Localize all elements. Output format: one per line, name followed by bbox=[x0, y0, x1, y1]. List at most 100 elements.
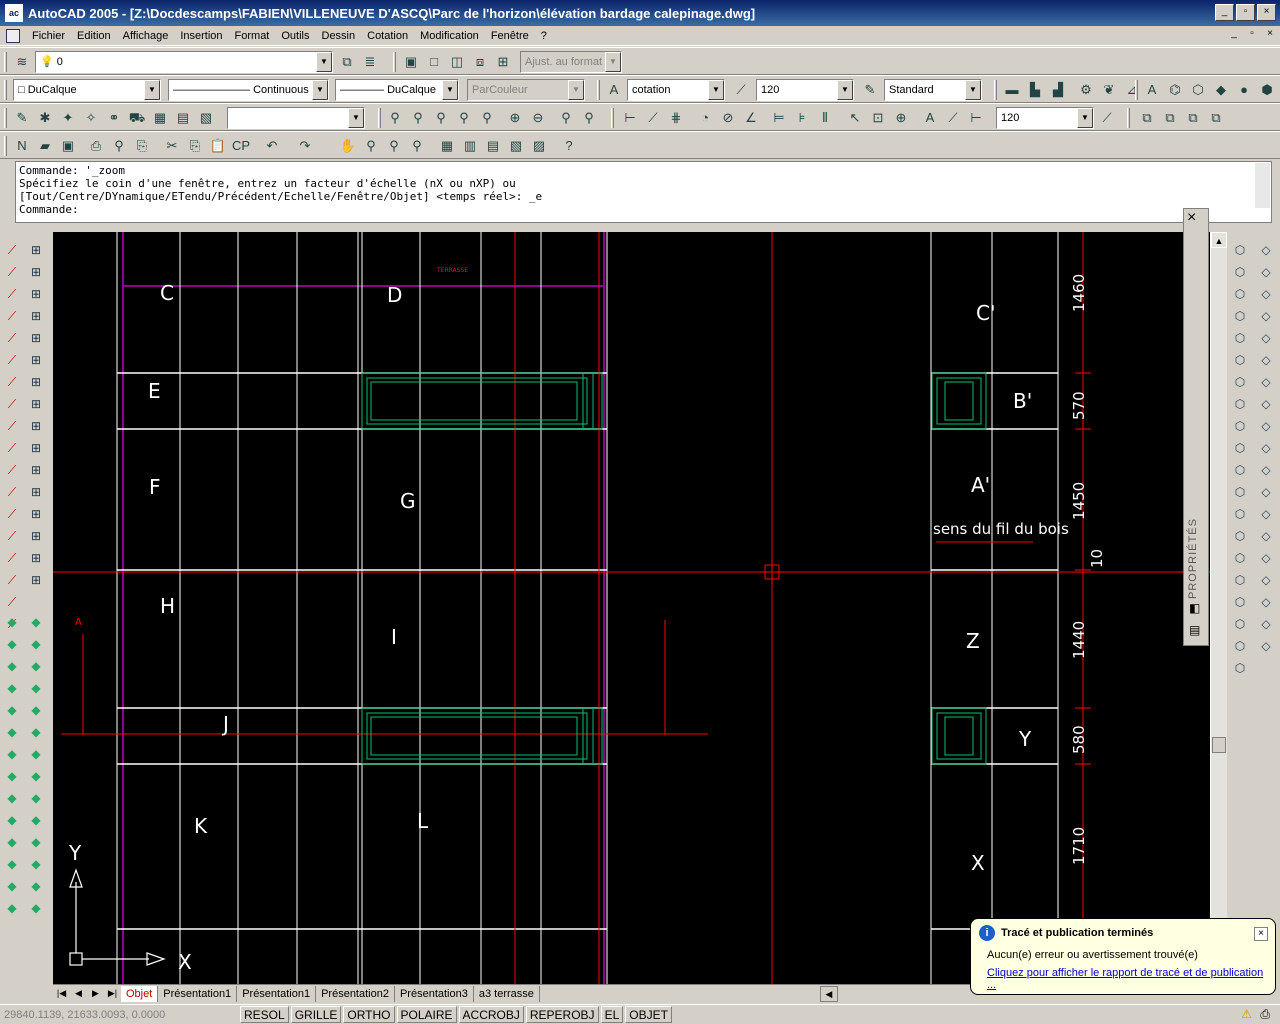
image-icon[interactable]: ◆ bbox=[26, 898, 46, 918]
move-face-icon[interactable]: ⬡ bbox=[1230, 328, 1250, 348]
scale2-combo[interactable]: 120 ▼ bbox=[996, 107, 1094, 129]
layer-manager-icon[interactable]: ≋ bbox=[12, 52, 32, 72]
menu-format[interactable]: Format bbox=[229, 27, 276, 45]
color-face-icon[interactable]: ⬡ bbox=[1230, 460, 1250, 480]
coordinates-readout[interactable]: 29840.1139, 21633.0093, 0.0000 bbox=[0, 1009, 240, 1021]
paste-icon[interactable]: 📋 bbox=[208, 136, 228, 156]
tolerance-icon[interactable]: ⊡ bbox=[868, 108, 888, 128]
doc-restore-button[interactable]: ▫ bbox=[1244, 27, 1260, 42]
ruled-surface-icon[interactable]: ◇ bbox=[1256, 526, 1276, 546]
doc-minimize-button[interactable]: _ bbox=[1226, 27, 1242, 42]
pan-icon[interactable]: ✋ bbox=[338, 136, 358, 156]
ucs-icon[interactable]: ◇ bbox=[1256, 570, 1276, 590]
gouraud-icon[interactable]: ● bbox=[1234, 80, 1254, 100]
convert-viewport-icon[interactable]: ⧈ bbox=[470, 52, 490, 72]
material-icon[interactable]: ◆ bbox=[2, 832, 22, 852]
angular-dim-icon[interactable]: ∠ bbox=[741, 108, 761, 128]
close-icon[interactable]: × bbox=[1254, 927, 1268, 941]
ortho-toggle[interactable]: ORTHO bbox=[343, 1006, 395, 1023]
document-icon[interactable] bbox=[6, 28, 20, 43]
polyline-icon[interactable]: ⟋ bbox=[2, 284, 22, 304]
send-back-icon[interactable]: ⧉ bbox=[1183, 108, 1203, 128]
render-icon[interactable]: ▬ bbox=[1002, 80, 1022, 100]
view-icon[interactable]: ◇ bbox=[1256, 592, 1276, 612]
region-icon[interactable]: ⟋ bbox=[2, 570, 22, 590]
menu-help[interactable]: ? bbox=[535, 27, 553, 45]
menu-dessin[interactable]: Dessin bbox=[316, 27, 362, 45]
cut-icon[interactable]: ✂ bbox=[162, 136, 182, 156]
dim-update-icon[interactable]: ⊢ bbox=[966, 108, 986, 128]
array-icon[interactable]: ⊞ bbox=[26, 328, 46, 348]
copy-icon[interactable]: ⊞ bbox=[26, 262, 46, 282]
hatch-icon[interactable]: ⟋ bbox=[2, 548, 22, 568]
intersect-icon[interactable]: ◆ bbox=[2, 788, 22, 808]
surface-pyramid-icon[interactable]: ◇ bbox=[1256, 306, 1276, 326]
align-icon[interactable]: ◇ bbox=[1256, 614, 1276, 634]
textstyle-combo[interactable]: Standard ▼ bbox=[884, 79, 982, 101]
fog-icon[interactable]: ◆ bbox=[2, 854, 22, 874]
line-icon[interactable]: ⟋ bbox=[2, 240, 22, 260]
subtract-icon[interactable]: ⬡ bbox=[1230, 262, 1250, 282]
plot-icon[interactable]: ⎙ bbox=[86, 136, 106, 156]
toolbar-grip[interactable] bbox=[4, 80, 7, 100]
background-icon[interactable]: ⊿ bbox=[1122, 80, 1142, 100]
surface-box-icon[interactable]: ◇ bbox=[1256, 262, 1276, 282]
polar-toggle[interactable]: POLAIRE bbox=[396, 1006, 457, 1023]
menu-fenetre[interactable]: Fenêtre bbox=[485, 27, 535, 45]
ellipse-icon[interactable]: ⟋ bbox=[2, 438, 22, 458]
osnap-toggle[interactable]: ACCROBJ bbox=[458, 1006, 524, 1023]
zoom-previous-icon[interactable]: ⚲ bbox=[407, 136, 427, 156]
wedge-icon[interactable]: ◆ bbox=[2, 656, 22, 676]
plot-status-icon[interactable]: ⎙ bbox=[1260, 1007, 1270, 1022]
open-icon[interactable]: ▰ bbox=[35, 136, 55, 156]
surface-torus-icon[interactable]: ◇ bbox=[1256, 416, 1276, 436]
link-icon[interactable]: ⚭ bbox=[104, 108, 124, 128]
dimtedit-icon[interactable]: ⟋ bbox=[943, 108, 963, 128]
edge-surface-icon[interactable]: ◇ bbox=[1256, 548, 1276, 568]
doc-close-button[interactable]: × bbox=[1262, 27, 1278, 42]
zoom-scale-icon[interactable]: ⚲ bbox=[454, 108, 474, 128]
toolbar-grip[interactable] bbox=[1135, 80, 1138, 100]
union-icon[interactable]: ⬡ bbox=[1230, 240, 1250, 260]
mapping-icon[interactable]: ◆ bbox=[26, 876, 46, 896]
chevron-down-icon[interactable]: ▼ bbox=[1077, 108, 1093, 128]
single-viewport-icon[interactable]: □ bbox=[424, 52, 444, 72]
acad-icon[interactable]: ac bbox=[5, 4, 23, 22]
vertical-scrollbar[interactable]: ▲ bbox=[1210, 232, 1227, 984]
cone-icon[interactable]: ◆ bbox=[26, 634, 46, 654]
linetype-combo[interactable]: ——————— Continuous ▼ bbox=[168, 79, 329, 101]
scene-icon[interactable]: ▙ bbox=[1025, 80, 1045, 100]
scroll-left-icon[interactable]: ◀ bbox=[819, 985, 838, 1002]
chevron-down-icon[interactable]: ▼ bbox=[316, 52, 332, 72]
otrack-toggle[interactable]: REPEROBJ bbox=[525, 1006, 599, 1023]
tab-presentation1[interactable]: Présentation1 bbox=[158, 985, 238, 1002]
box-icon[interactable]: ◆ bbox=[2, 612, 22, 632]
center-mark-icon[interactable]: ⊕ bbox=[891, 108, 911, 128]
arc-icon[interactable]: ⟋ bbox=[2, 350, 22, 370]
aligned-dim-icon[interactable]: ⟋ bbox=[643, 108, 663, 128]
revolved-surface-icon[interactable]: ◇ bbox=[1256, 482, 1276, 502]
menu-edition[interactable]: Edition bbox=[71, 27, 117, 45]
imprint-icon[interactable]: ⬡ bbox=[1230, 526, 1250, 546]
chamfer-icon[interactable]: ⊞ bbox=[26, 526, 46, 546]
draworder-icon[interactable]: ⧉ bbox=[1137, 108, 1157, 128]
stats-icon[interactable]: ◆ bbox=[2, 876, 22, 896]
surface-cone-icon[interactable]: ◇ bbox=[1256, 328, 1276, 348]
fillet-icon[interactable]: ⊞ bbox=[26, 548, 46, 568]
object-icon[interactable]: ✧ bbox=[81, 108, 101, 128]
extend-icon[interactable]: ⊞ bbox=[26, 460, 46, 480]
tab-a3-terrasse[interactable]: a3 terrasse bbox=[474, 985, 540, 1002]
explode-icon[interactable]: ⊞ bbox=[26, 570, 46, 590]
attach-icon[interactable]: ▧ bbox=[196, 108, 216, 128]
block-icon[interactable]: ▦ bbox=[150, 108, 170, 128]
light-icon[interactable]: ◆ bbox=[26, 810, 46, 830]
union-icon[interactable]: ◆ bbox=[2, 766, 22, 786]
toolbar-grip[interactable] bbox=[378, 108, 381, 128]
zoom-realtime-icon[interactable]: ⚲ bbox=[361, 136, 381, 156]
redo-icon[interactable]: ↷ bbox=[295, 136, 315, 156]
surface-wedge-icon[interactable]: ◇ bbox=[1256, 284, 1276, 304]
color-edge-icon[interactable]: ⬡ bbox=[1230, 504, 1250, 524]
prev-tab-icon[interactable]: ◀ bbox=[70, 987, 87, 1001]
menu-cotation[interactable]: Cotation bbox=[361, 27, 414, 45]
scene-icon[interactable]: ◆ bbox=[2, 810, 22, 830]
